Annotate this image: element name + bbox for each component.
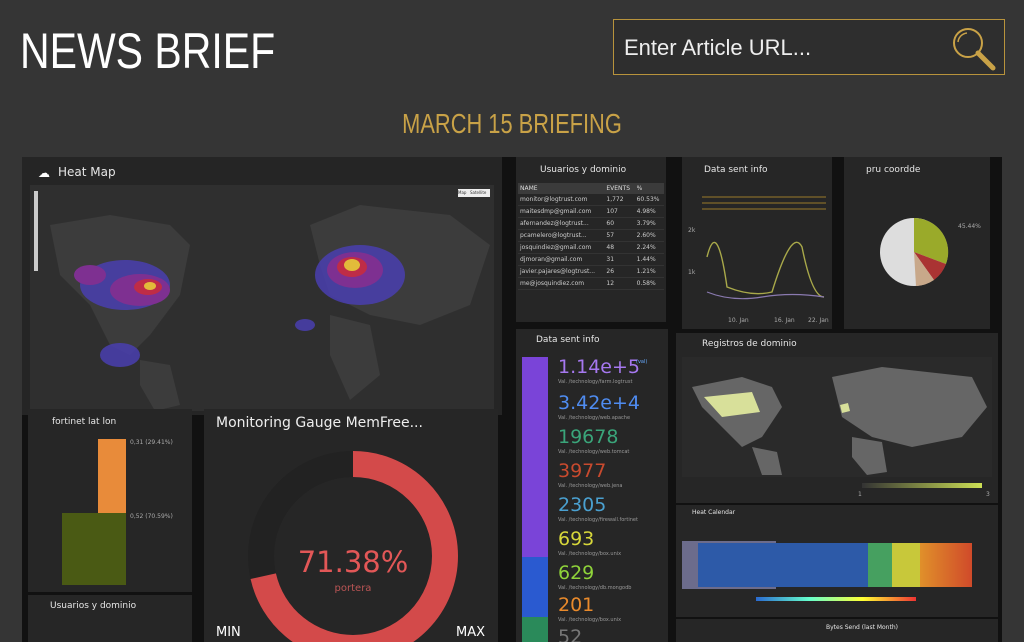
- search-icon: [953, 28, 996, 71]
- heat-map-icon: ☁: [38, 166, 50, 180]
- heat-calendar-title: Heat Calendar: [692, 509, 736, 516]
- usuarios-bottom-title: Usuarios y dominio: [50, 601, 137, 611]
- col-pct: %: [634, 183, 664, 194]
- heat-map-panel: ☁ Heat Map Map Satellite: [22, 157, 502, 415]
- metric-value: 52: [558, 626, 583, 642]
- xtick-label: 10. Jan: [728, 317, 749, 324]
- gauge-sub: portera: [334, 583, 372, 594]
- fortinet-bottom-label: 0,52 (70.59%): [130, 513, 173, 520]
- metric-value: 201: [558, 594, 595, 616]
- table-row: javier.pajares@logtrust... 26 1.21%: [518, 265, 664, 278]
- dashboard-screenshot: ☁ Heat Map Map Satellite Usuarios y domi…: [22, 157, 1002, 642]
- fortinet-panel: fortinet lat lon 0,31 (29.41%) 0,52 (70.…: [28, 409, 192, 592]
- heat-map: [30, 185, 494, 411]
- metric-bar-green: [522, 617, 548, 642]
- heat-cal-blue: [698, 543, 868, 587]
- registros-scale-bar: [862, 483, 982, 488]
- xtick-label: 22. Jan: [808, 317, 829, 324]
- satellite-button[interactable]: Satellite: [470, 190, 486, 195]
- heat-cal-legend: [756, 597, 916, 601]
- heat-cal-red: [920, 543, 972, 587]
- pru-coordde-title: pru coordde: [866, 165, 921, 175]
- metric-value: 2305: [558, 494, 607, 516]
- metric-sub: Val. /technology/web.apache: [558, 415, 631, 421]
- data-sent-title: Data sent info: [704, 165, 768, 175]
- data-sent-chart-panel: Data sent info 2k 1k 10. Jan 16. Jan 22.…: [682, 157, 832, 329]
- metric-value: 693: [558, 528, 595, 550]
- table-row: djmoran@gmail.com 31 1.44%: [518, 253, 664, 266]
- fortinet-bar-top: [98, 439, 126, 513]
- col-events: EVENTS: [604, 183, 635, 194]
- table-row: me@josquindiez.com 12 0.58%: [518, 277, 664, 290]
- table-row: pcamelero@logtrust... 57 2.60%: [518, 229, 664, 242]
- scale-max: 3: [986, 491, 990, 498]
- fortinet-title: fortinet lat lon: [52, 417, 117, 427]
- heat-cal-yellow: [892, 543, 920, 587]
- pie-label: 45.44%: [958, 223, 981, 230]
- metric-sub: Val. /technology/web.jena: [558, 483, 623, 489]
- article-url-input[interactable]: [614, 20, 956, 76]
- usuarios-bottom-panel: Usuarios y dominio: [28, 595, 192, 642]
- table-row: josquindiez@gmail.com 48 2.24%: [518, 241, 664, 254]
- data-sent-line-chart: [702, 196, 826, 300]
- table-row: afernandez@logtrust... 60 3.79%: [518, 217, 664, 230]
- metric-value: 3.42e+4: [558, 392, 641, 414]
- search-box: [613, 19, 1005, 76]
- heat-map-title: Heat Map: [58, 165, 116, 179]
- bytes-panel: Bytes Send (last Month): [676, 619, 998, 642]
- map-button[interactable]: Map: [458, 190, 466, 195]
- col-name: NAME: [518, 183, 605, 194]
- gauge-value: 71.38%: [297, 545, 409, 579]
- gauge-title: Monitoring Gauge MemFree...: [216, 415, 423, 431]
- metric-sub: Val. /technology/db.mongodb: [558, 585, 632, 591]
- ytick-label: 2k: [688, 227, 696, 234]
- pru-coordde-panel: pru coordde 45.44%: [844, 157, 990, 329]
- gauge-max: MAX: [456, 625, 486, 640]
- briefing-title: MARCH 15 BRIEFING: [402, 108, 622, 139]
- metric-value: 629: [558, 562, 595, 584]
- gauge-min: MIN: [216, 625, 241, 640]
- map-zoom-slider[interactable]: [34, 191, 38, 271]
- metric-sub: Val. /technology/farm.logtrust: [558, 379, 633, 385]
- metric-bar-purple: [522, 357, 548, 557]
- metric-sub: Val. /technology/box.unix: [558, 617, 622, 623]
- heat-cal-green: [868, 543, 892, 587]
- usuarios-table: NAME EVENTS % monitor@logtrust.com 1,772 6…: [518, 183, 664, 290]
- search-button[interactable]: [948, 23, 1000, 73]
- ytick-label: 1k: [688, 269, 696, 276]
- registros-map: [682, 357, 992, 477]
- xtick-label: 16. Jan: [774, 317, 795, 324]
- metrics-panel: Data sent info 1.14e+5 Val. /technology/…: [516, 329, 668, 642]
- usuarios-panel: Usuarios y dominio NAME EVENTS % monitor…: [516, 157, 666, 322]
- usuarios-title: Usuarios y dominio: [540, 165, 627, 175]
- registros-panel: Registros de dominio 1 3: [676, 333, 998, 503]
- metric-tag: (val): [636, 359, 648, 365]
- metric-sub: Val. /technology/web.tomcat: [558, 449, 630, 455]
- fortinet-top-label: 0,31 (29.41%): [130, 439, 173, 446]
- table-row: maitesdmp@gmail.com 107 4.98%: [518, 205, 664, 218]
- metric-bar-blue: [522, 557, 548, 617]
- metric-value: 3977: [558, 460, 607, 482]
- metric-value: 19678: [558, 426, 619, 448]
- metric-value: 1.14e+5: [558, 356, 641, 378]
- table-row: monitor@logtrust.com 1,772 60.53%: [518, 194, 664, 206]
- metric-sub: Val. /technology/firewall.fortinet: [558, 517, 638, 523]
- registros-title: Registros de dominio: [702, 339, 797, 349]
- heat-calendar-panel: Heat Calendar: [676, 505, 998, 617]
- pie-chart: [880, 217, 949, 286]
- metric-sub: Val. /technology/box.unix: [558, 551, 622, 557]
- scale-min: 1: [858, 491, 862, 498]
- metrics-title: Data sent info: [536, 335, 600, 345]
- gauge-panel: Monitoring Gauge MemFree... 71.38% porte…: [204, 409, 498, 642]
- bytes-title: Bytes Send (last Month): [826, 624, 898, 631]
- brand-logo: NEWS BRIEF: [20, 23, 276, 79]
- fortinet-bar-bottom: [62, 513, 126, 585]
